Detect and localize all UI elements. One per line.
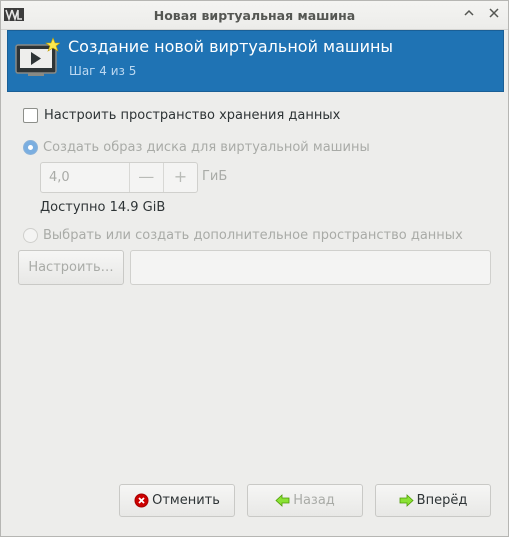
cancel-label: Отменить (152, 493, 220, 508)
maximize-button[interactable] (460, 6, 478, 24)
window-title: Новая виртуальная машина (153, 8, 356, 23)
browse-storage-button[interactable]: Настроить… (18, 250, 124, 285)
forward-button[interactable]: Вперёд (375, 484, 491, 517)
storage-path-input[interactable] (130, 250, 491, 285)
back-button[interactable]: Назад (247, 484, 363, 517)
disk-size-spinner[interactable]: 4,0 — + (40, 162, 198, 193)
create-disk-radio[interactable] (23, 140, 38, 155)
enable-storage-label[interactable]: Настроить пространство хранения данных (44, 108, 340, 123)
select-custom-label[interactable]: Выбрать или создать дополнительное прост… (43, 228, 463, 243)
title-bar[interactable]: Новая виртуальная машина (1, 1, 508, 30)
enable-storage-row[interactable]: Настроить пространство хранения данных (23, 108, 340, 123)
decrease-size-button[interactable]: — (128, 163, 163, 192)
new-vm-dialog: Новая виртуальная машина Создание новой … (0, 0, 509, 537)
forward-label: Вперёд (416, 493, 468, 508)
select-custom-radio[interactable] (23, 228, 38, 243)
arrow-left-icon (275, 494, 290, 507)
cancel-icon (134, 493, 149, 508)
back-label: Назад (293, 493, 335, 508)
close-button[interactable] (485, 6, 503, 24)
banner-title: Создание новой виртуальной машины (68, 37, 394, 56)
create-disk-label[interactable]: Создать образ диска для виртуальной маши… (43, 140, 370, 155)
select-custom-row[interactable]: Выбрать или создать дополнительное прост… (23, 228, 463, 243)
wizard-banner: Создание новой виртуальной машины Шаг 4 … (7, 30, 504, 92)
arrow-right-icon (399, 494, 414, 507)
close-icon (489, 8, 499, 18)
size-unit-label: ГиБ (202, 169, 228, 184)
enable-storage-checkbox[interactable] (23, 108, 38, 123)
increase-size-button[interactable]: + (162, 163, 197, 192)
step-indicator: Шаг 4 из 5 (69, 64, 137, 78)
disk-size-input[interactable]: 4,0 (41, 163, 129, 192)
available-space-label: Доступно 14.9 GiB (40, 200, 166, 215)
new-vm-monitor-icon (15, 37, 60, 76)
create-disk-row[interactable]: Создать образ диска для виртуальной маши… (23, 140, 370, 155)
cancel-button[interactable]: Отменить (119, 484, 235, 517)
browse-storage-label: Настроить… (28, 260, 114, 275)
chevron-up-icon (464, 9, 474, 16)
